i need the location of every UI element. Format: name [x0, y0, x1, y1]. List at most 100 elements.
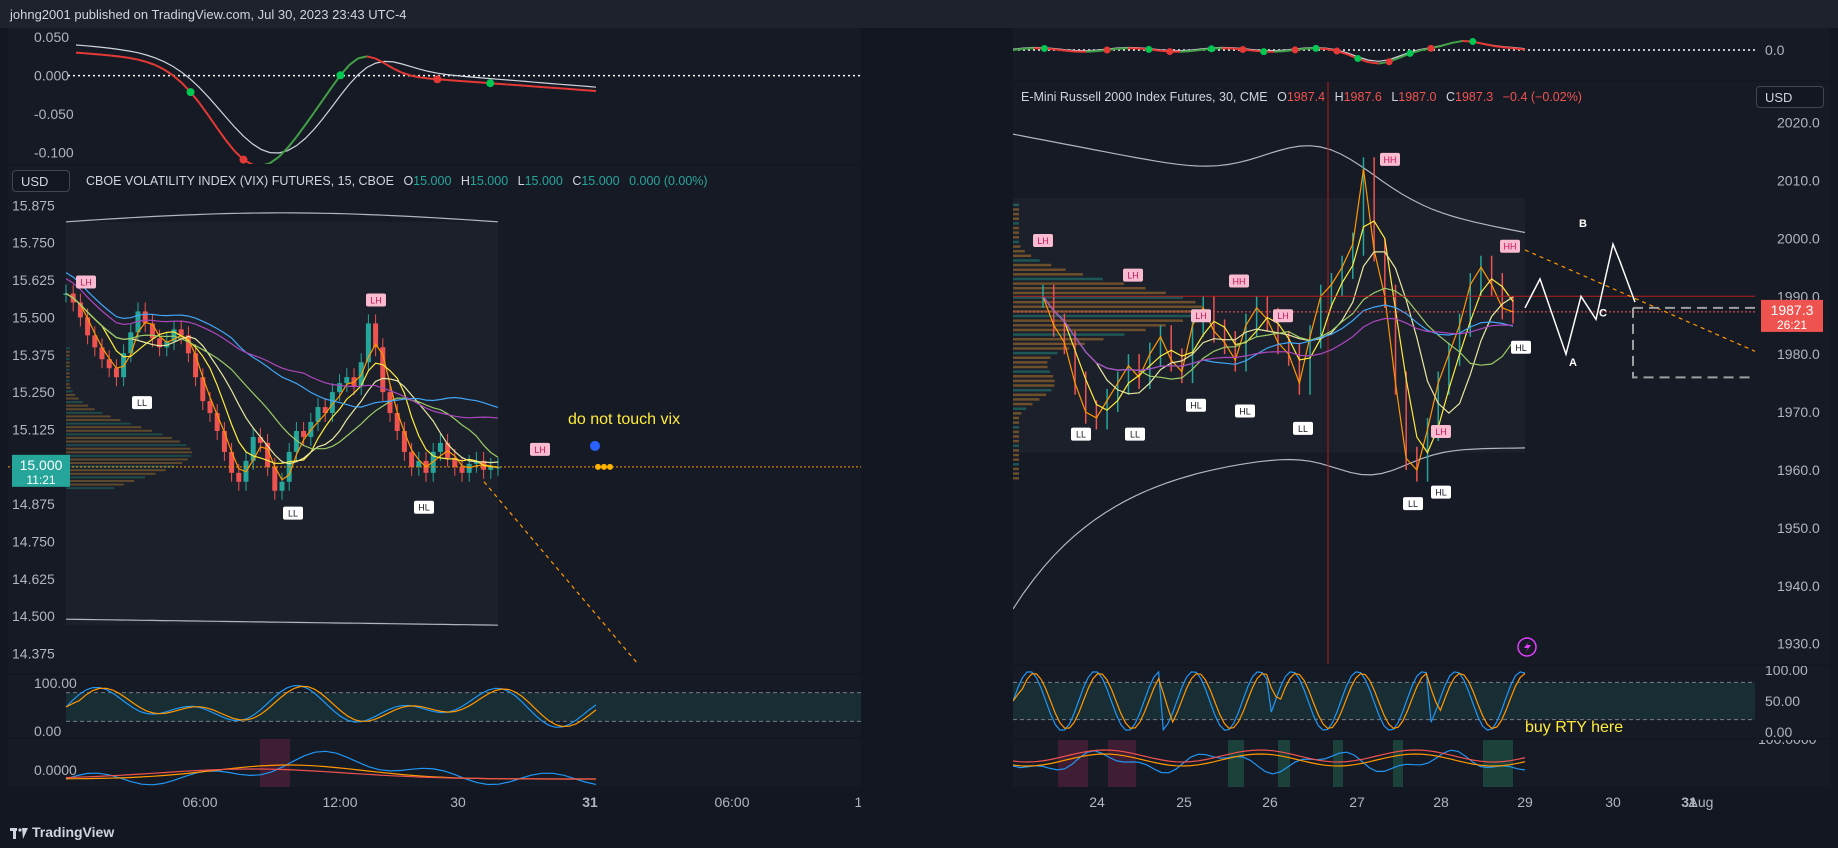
left-swing-label: LL — [137, 398, 147, 408]
right-osc-bottom-highlight — [1393, 740, 1403, 787]
left-candle-body — [437, 442, 443, 452]
left-stoch-pane[interactable]: 100.00 0.00 — [8, 675, 861, 737]
right-stoch-pane[interactable]: 100.00 50.00 0.00 buy RTY here — [1013, 666, 1830, 738]
left-osc-top-pane[interactable]: 0.050 0.000 -0.050 -0.100 — [8, 28, 861, 164]
right-volume-profile-bar — [1013, 375, 1053, 378]
right-volume-profile-bar — [1013, 203, 1019, 207]
right-osc-bottom-highlight — [1278, 740, 1290, 787]
right-osc-cross-dot — [1145, 45, 1153, 53]
left-osc-main-segment — [198, 102, 210, 116]
left-osc-main-segment — [119, 55, 130, 59]
left-osc-bottom-pane[interactable]: 0.0000 — [8, 739, 861, 787]
left-osc-bottom-line-blue — [65, 750, 597, 786]
left-volume-profile-bar — [66, 444, 187, 447]
left-x-tick-label: 12:00 — [322, 794, 357, 810]
right-legend-c-label: C — [1446, 90, 1456, 104]
right-lower-envelope — [1013, 447, 1526, 610]
left-osc-main-segment — [463, 80, 473, 83]
right-osc-cross-dot — [1040, 44, 1048, 52]
right-osc-cross-dot — [1354, 55, 1362, 63]
left-osc-main-segment — [366, 55, 376, 60]
right-currency-button[interactable]: USD — [1756, 86, 1824, 108]
right-volume-profile-bar — [1013, 305, 1203, 309]
left-osc-main-segment — [295, 124, 306, 138]
right-volume-profile-bar — [1013, 249, 1025, 253]
right-stoch-tick: 100.00 — [1765, 666, 1808, 678]
right-time-axis[interactable]: 24 25 26 27 28 29 30 31 Aug — [1013, 788, 1830, 816]
left-legend-high: 15.000 — [469, 174, 509, 188]
left-volume-profile-bar — [66, 479, 135, 482]
right-osc-main-segment — [1368, 61, 1379, 65]
right-legend-high: 1987.6 — [1343, 90, 1382, 104]
left-volume-profile-bar — [66, 404, 89, 407]
left-osc-main-segment — [507, 83, 517, 87]
left-osc-main-segment — [75, 51, 85, 55]
lightning-bolt-icon — [1524, 641, 1531, 653]
right-osc-top-pane[interactable]: 0.0 — [1013, 28, 1830, 80]
left-candle-body — [344, 377, 350, 384]
left-legend-change: 0.000 (0.00%) — [629, 174, 708, 188]
left-osc-main-segment — [419, 76, 429, 80]
left-volume-profile-bar — [66, 422, 131, 425]
footer: TradingView — [0, 818, 1838, 848]
left-osc-cross-dot — [186, 88, 195, 97]
left-candle-body — [337, 383, 343, 393]
left-osc-main-segment — [578, 88, 588, 92]
right-target-box — [1632, 306, 1755, 379]
right-volume-profile-bar — [1013, 365, 1048, 369]
right-volume-profile-bar — [1013, 379, 1055, 383]
right-wave-projection-path — [1524, 241, 1636, 357]
left-volume-profile-bar — [66, 379, 70, 382]
right-swing-label: LL — [1076, 430, 1086, 440]
right-swing-label: LH — [1127, 271, 1139, 281]
right-main-pane[interactable]: 2020.0 2010.0 2000.0 1990.0 1980.0 1970.0 1960… — [1013, 82, 1830, 664]
left-volume-profile-bar — [66, 393, 76, 396]
left-stoch-tick: 100.00 — [34, 675, 77, 691]
left-osc-main-segment — [446, 78, 456, 82]
right-volume-profile-bar — [1013, 231, 1019, 234]
right-osc-cross-dot — [1333, 47, 1341, 55]
left-swing-label: LH — [370, 295, 382, 305]
right-osc-bottom-tick: 100.0000 — [1758, 740, 1817, 747]
left-osc-main-segment — [304, 112, 315, 126]
left-volume-profile-bar — [66, 411, 103, 414]
left-osc-main-segment — [498, 82, 508, 86]
right-volume-profile-bar — [1013, 388, 1052, 392]
left-y-tick-label: 14.625 — [12, 571, 55, 587]
right-volume-profile-bar — [1013, 370, 1050, 373]
right-y-tick-label: 1980.0 — [1777, 346, 1820, 362]
left-legend-close: 15.000 — [581, 174, 620, 188]
right-volume-profile-bar — [1013, 351, 1058, 355]
right-osc-main-segment — [1451, 39, 1463, 44]
right-osc-bottom-pane[interactable]: 100.0000 — [1013, 740, 1830, 787]
right-volume-profile-bar — [1013, 212, 1019, 216]
left-candle-body — [409, 451, 415, 467]
right-osc-bottom-highlight — [1108, 740, 1136, 787]
left-osc-main-segment — [172, 74, 183, 84]
left-currency-button[interactable]: USD — [12, 170, 70, 192]
left-main-pane[interactable]: 15.875 15.750 15.625 15.500 15.375 15.250 15.1… — [8, 166, 861, 673]
right-volume-profile-bar — [1013, 268, 1066, 271]
right-osc-top-tick: 0.0 — [1765, 42, 1785, 58]
left-osc-main-segment — [321, 86, 333, 101]
right-legend-o-label: O — [1277, 90, 1287, 104]
left-time-axis[interactable]: 06:0012:00303106:0012:0018:0 — [8, 788, 861, 816]
left-candle-body — [85, 317, 91, 336]
right-stochastic: 100.00 50.00 0.00 buy RTY here — [1013, 666, 1808, 738]
right-x-tick-label: Aug — [1689, 794, 1714, 810]
right-volume-profile-bar — [1013, 319, 1184, 322]
left-candle-body — [113, 368, 119, 378]
right-stoch-tick: 50.00 — [1765, 693, 1800, 709]
left-legend-o-label: O — [403, 174, 414, 188]
right-volume-profile-bar — [1013, 217, 1019, 221]
left-osc-main-segment — [587, 89, 597, 93]
right-volume-profile-bar — [1013, 314, 1196, 318]
left-osc-main-segment — [472, 80, 482, 84]
left-volume-profile-bar — [66, 458, 188, 461]
left-volume-profile-bar — [66, 469, 166, 472]
left-swing-label: HL — [418, 503, 430, 513]
left-osc-main-segment — [154, 64, 165, 71]
right-volume-profile-bar — [1013, 226, 1019, 230]
left-price-tag-value: 15.000 — [20, 457, 63, 473]
right-volume-profile-bar — [1013, 412, 1022, 415]
